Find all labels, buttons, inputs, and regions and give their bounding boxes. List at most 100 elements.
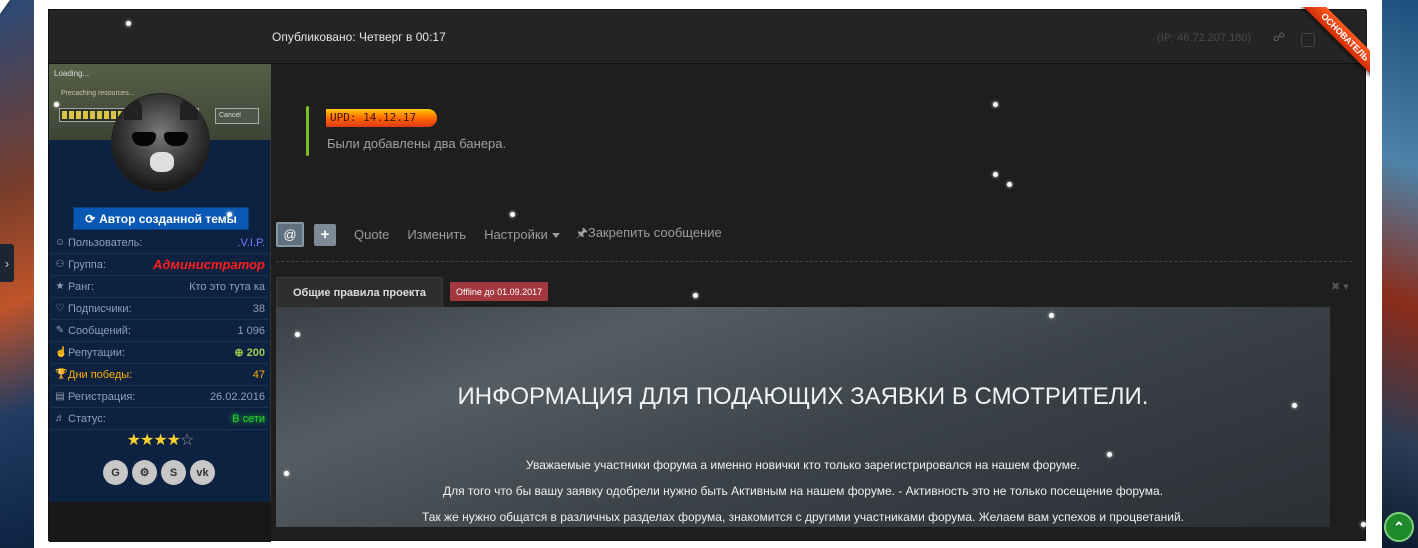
vk-icon[interactable]: vk bbox=[190, 460, 215, 485]
refresh-icon: ⟳ bbox=[85, 211, 96, 226]
cancel-button: Cancel bbox=[215, 108, 259, 124]
topic-author-label: Автор созданной темы bbox=[99, 211, 237, 226]
group-icon: ⚇ bbox=[55, 259, 65, 270]
settings-label: Настройки bbox=[484, 227, 548, 242]
author-info-list: ☺ Пользователь: .V.I.P. ⚇ Группа: Администра… bbox=[51, 232, 269, 430]
settings-dropdown[interactable]: Настройки bbox=[484, 227, 560, 242]
scroll-to-top-button[interactable]: ⌃ bbox=[1384, 512, 1414, 542]
topic-author-badge: ⟳ Автор созданной темы bbox=[73, 207, 249, 230]
author-panel-footer bbox=[49, 502, 271, 542]
avatar-snout bbox=[150, 152, 174, 172]
pin-post-button[interactable]: 🖈Закрепить сообщение bbox=[576, 224, 722, 246]
star-empty-icon: ☆ bbox=[180, 432, 194, 449]
mouse-cursor-icon bbox=[0, 0, 10, 14]
star-icon: ★ bbox=[55, 281, 65, 292]
pin-icon: 🖈 bbox=[575, 224, 588, 240]
star-filled-icon: ★ bbox=[126, 432, 141, 449]
loading-text: Loading... bbox=[54, 69, 90, 78]
steam-icon[interactable]: ⚙ bbox=[132, 460, 157, 485]
registration-value: 26.02.2016 bbox=[209, 390, 265, 403]
trophy-icon: 🏆 bbox=[55, 369, 68, 380]
username-link[interactable]: .V.I.P. bbox=[237, 237, 265, 249]
plus-circle-icon: ⊕ bbox=[234, 347, 244, 359]
author-field-rank: ★ Ранг: Кто это тута ка bbox=[51, 276, 269, 298]
snowflake bbox=[227, 212, 232, 217]
heart-icon: ♡ bbox=[55, 303, 65, 314]
signature-panel: ИНФОРМАЦИЯ ДЛЯ ПОДАЮЩИХ ЗАЯВКИ В СМОТРИТ… bbox=[276, 307, 1330, 527]
avatar-sunglasses bbox=[132, 132, 190, 146]
reputation-number: 200 bbox=[246, 347, 265, 359]
tab-rules[interactable]: Общие правила проекта bbox=[276, 277, 443, 307]
bell-icon: ♬ bbox=[55, 413, 65, 424]
post-published-date: Опубликовано: Четверг в 00:17 bbox=[272, 30, 446, 44]
google-icon[interactable]: G bbox=[103, 460, 128, 485]
post-ip: (IP: 46.72.207.180) bbox=[1157, 32, 1252, 44]
offline-badge: Offline до 01.09.2017 bbox=[450, 282, 549, 301]
tab-controls[interactable]: ✖ ▾ bbox=[1331, 280, 1349, 293]
field-label: Пользователь: bbox=[68, 236, 143, 249]
victory-days-value: 47 bbox=[252, 368, 265, 381]
precaching-text: Precaching resources... bbox=[61, 90, 135, 97]
author-field-posts: ✎ Сообщений: 1 096 bbox=[51, 320, 269, 342]
snowflake bbox=[693, 293, 698, 298]
snowflake bbox=[1007, 182, 1012, 187]
actions-divider bbox=[276, 261, 1352, 262]
field-label: Ранг: bbox=[68, 280, 95, 293]
rank-value: Кто это тута ка bbox=[189, 280, 265, 293]
author-field-victory-days: 🏆 Дни победы: 47 bbox=[51, 364, 269, 386]
rating-stars: ★★★★☆ bbox=[49, 430, 271, 450]
chevron-up-icon: ⌃ bbox=[1393, 518, 1405, 535]
snowflake bbox=[1049, 313, 1054, 318]
status-value: В сети bbox=[232, 412, 265, 425]
field-label: Дни победы: bbox=[68, 368, 133, 381]
snowflake bbox=[126, 21, 131, 26]
chevron-down-icon[interactable]: ▾ bbox=[1343, 281, 1349, 293]
mention-button[interactable]: @ bbox=[276, 222, 304, 247]
caret-down-icon bbox=[551, 233, 560, 239]
group-value: Администратор bbox=[152, 257, 265, 272]
posts-value: 1 096 bbox=[237, 324, 265, 337]
snowflake bbox=[295, 332, 300, 337]
signature-line: Уважаемые участники форума а именно нови… bbox=[526, 458, 1080, 472]
edit-button[interactable]: Изменить bbox=[407, 227, 466, 242]
snowflake bbox=[510, 212, 515, 217]
field-label: Статус: bbox=[68, 412, 106, 425]
field-label: Группа: bbox=[68, 258, 106, 271]
avatar-ear-left bbox=[124, 98, 142, 120]
share-icon[interactable]: ☍ bbox=[1273, 30, 1285, 44]
skype-icon[interactable]: S bbox=[161, 460, 186, 485]
author-panel: Loading... Precaching resources... Cance… bbox=[49, 64, 271, 542]
post-header: Опубликовано: Четверг в 00:17 (IP: 46.72… bbox=[49, 7, 1370, 82]
background-right bbox=[1382, 0, 1418, 548]
author-field-followers: ♡ Подписчики: 38 bbox=[51, 298, 269, 320]
calendar-icon: ▤ bbox=[55, 391, 65, 402]
author-field-user: ☺ Пользователь: .V.I.P. bbox=[51, 232, 269, 254]
chevron-right-icon[interactable]: › bbox=[0, 244, 14, 282]
forum-post: Опубликовано: Четверг в 00:17 (IP: 46.72… bbox=[48, 7, 1370, 542]
author-field-reputation: ☝ Репутации: ⊕ 200 bbox=[51, 342, 269, 364]
multiquote-button[interactable]: + bbox=[314, 223, 336, 246]
star-filled-icon: ★ bbox=[166, 432, 181, 449]
signature-heading: ИНФОРМАЦИЯ ДЛЯ ПОДАЮЩИХ ЗАЯВКИ В СМОТРИТ… bbox=[457, 383, 1149, 410]
founder-ribbon: ОСНОВАТЕЛЬ bbox=[1294, 7, 1370, 83]
snowflake bbox=[284, 471, 289, 476]
update-text: Были добавлены два банера. bbox=[327, 136, 507, 151]
founder-ribbon-label: ОСНОВАТЕЛЬ bbox=[1300, 7, 1370, 82]
avatar-ear-right bbox=[180, 98, 198, 120]
post-actions: @ + Quote Изменить Настройки 🖈Закрепить … bbox=[276, 222, 1356, 247]
quote-button[interactable]: Quote bbox=[354, 227, 389, 242]
avatar[interactable] bbox=[111, 93, 210, 192]
author-field-group: ⚇ Группа: Администратор bbox=[51, 254, 269, 276]
pin-label: Закрепить сообщение bbox=[587, 224, 722, 240]
social-links: G ⚙ S vk bbox=[103, 460, 215, 485]
signature-line: Так же нужно общатся в различных раздела… bbox=[422, 510, 1184, 524]
star-filled-icon: ★ bbox=[153, 432, 167, 449]
snowflake bbox=[993, 172, 998, 177]
followers-value: 38 bbox=[252, 302, 265, 315]
update-badge: UPD: 14.12.17 bbox=[326, 109, 437, 127]
field-label: Регистрация: bbox=[68, 390, 136, 403]
close-icon[interactable]: ✖ bbox=[1331, 281, 1340, 293]
snowflake bbox=[1292, 403, 1297, 408]
snowflake bbox=[1361, 522, 1366, 527]
snowflake bbox=[54, 102, 59, 107]
